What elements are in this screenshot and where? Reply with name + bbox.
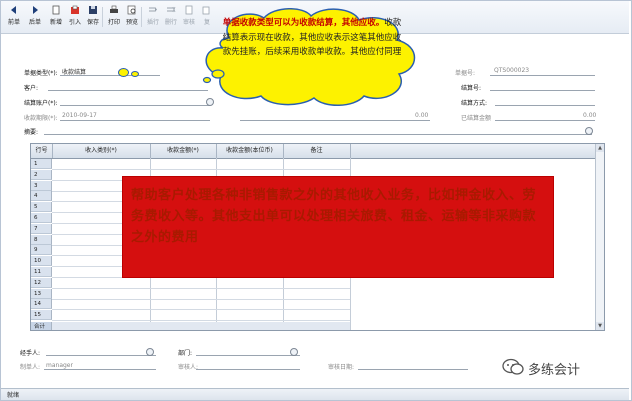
print-icon (109, 5, 119, 15)
handler-field[interactable] (46, 355, 156, 356)
new-button[interactable]: 新增 (46, 3, 66, 31)
insert-row-icon (148, 5, 158, 15)
settle-no-field[interactable] (490, 90, 595, 91)
customer-label: 客户: (24, 85, 39, 92)
new-doc-icon (51, 5, 61, 15)
customer-field[interactable] (48, 90, 208, 91)
preview-button[interactable]: 预览 (122, 3, 142, 31)
toolbar-separator (141, 7, 142, 27)
grid-row-number[interactable]: 1 (31, 159, 52, 169)
table-row[interactable] (52, 298, 350, 300)
next-arrow-icon (30, 5, 40, 15)
scroll-down-icon[interactable]: ▼ (596, 322, 604, 330)
settle-method-label: 结算方式: (461, 100, 488, 107)
audit-button[interactable]: 审核 (179, 3, 199, 31)
grid-row-number[interactable]: 4 (31, 191, 52, 202)
print-button[interactable]: 打印 (104, 3, 124, 31)
grid-vertical-scrollbar[interactable]: ▲ ▼ (595, 144, 604, 330)
callout-tail-bubble (118, 68, 129, 77)
scroll-up-icon[interactable]: ▲ (596, 144, 604, 152)
maker-value: manager (46, 362, 73, 369)
col-header-amount-base[interactable]: 收款金额(本位币) (216, 144, 284, 158)
watermark-text: 多练会计 (528, 363, 581, 378)
red-annotation-box: 帮助客户处理各种非销售款之外的其他收入业务，比如押金收入、劳务费收入等。其他支出… (123, 177, 553, 277)
doc-type-underline (60, 75, 160, 76)
red-annotation-text: 帮助客户处理各种非销售款之外的其他收入业务，比如押金收入、劳务费收入等。其他支出… (131, 188, 537, 245)
audit-date-label: 审核日期: (328, 364, 355, 371)
handler-label: 经手人: (20, 350, 41, 357)
audit-date-underline (358, 369, 468, 370)
grid-row-number[interactable]: 5 (31, 202, 52, 213)
dept-label: 部门: (178, 350, 193, 357)
maker-underline (44, 369, 156, 370)
status-bar: 就绪 (1, 388, 629, 400)
wechat-logo-icon (502, 358, 524, 375)
dept-lookup-icon[interactable] (290, 348, 298, 356)
grid-row-number[interactable]: 9 (31, 245, 52, 256)
auditor-underline (196, 369, 300, 370)
toolbar-separator (102, 7, 103, 27)
grid-row-number[interactable]: 3 (31, 180, 52, 191)
audit-icon (184, 5, 194, 15)
date-value[interactable]: 2010-09-17 (62, 112, 97, 119)
callout-text: 单据收款类型可以为收款结算，其他应收。收款结算表示现在收款，其他应收表示这笔其他… (219, 16, 405, 60)
col-header-amount[interactable]: 收款金额(*) (150, 144, 217, 158)
grid-row-number[interactable]: 2 (31, 169, 52, 180)
delete-row-icon (166, 5, 176, 15)
grid-row-number[interactable]: 11 (31, 267, 52, 277)
doc-type-label: 单据类型(*): (24, 70, 58, 77)
col-header-row-no[interactable]: 行号 (31, 144, 53, 158)
settled-label: 已结算金额 (461, 115, 492, 122)
grid-row-number[interactable]: 7 (31, 223, 52, 234)
handler-lookup-icon[interactable] (146, 348, 154, 356)
status-text: 就绪 (7, 392, 20, 399)
grid-header: 行号 收入类别(*) 收款金额(*) 收款金额(本位币) 备注 (31, 144, 596, 159)
table-row[interactable] (52, 277, 350, 278)
col-header-income-type[interactable]: 收入类别(*) (52, 144, 151, 158)
import-button[interactable]: 引入 (65, 3, 85, 31)
maker-label: 制单人: (20, 364, 41, 371)
settled-underline (495, 120, 595, 121)
date-label: 收款期限(*): (24, 115, 58, 122)
prev-button[interactable]: 前单 (4, 3, 24, 31)
grid-row-number[interactable]: 10 (31, 256, 52, 267)
save-button[interactable]: 保存 (83, 3, 103, 31)
order-no-label: 单据号: (455, 70, 476, 77)
prev-arrow-icon (9, 5, 19, 15)
order-no-underline (490, 75, 595, 76)
grid-row-number[interactable]: 13 (31, 288, 52, 299)
table-row[interactable] (52, 169, 350, 170)
grid-row-number[interactable]: 8 (31, 234, 52, 245)
settled-value: 0.00 (583, 112, 597, 119)
grid-row-number[interactable]: 6 (31, 213, 52, 223)
summary-label: 摘要: (24, 129, 39, 136)
grid-row-number[interactable]: 12 (31, 277, 52, 288)
summary-field[interactable] (44, 134, 592, 135)
summary-lookup-icon[interactable] (585, 127, 593, 135)
callout-bold-text: 单据收款类型可以为收款结算，其他应收。 (222, 18, 385, 28)
grid-row-number[interactable]: 14 (31, 299, 52, 310)
table-row[interactable] (52, 309, 350, 311)
account-label: 结算账户(*): (24, 100, 58, 107)
amount-mid-underline (240, 120, 430, 121)
grid-total-label: 合计 (31, 322, 52, 330)
callout-tail-bubble (131, 71, 139, 77)
insert-row-button[interactable]: 插行 (143, 3, 163, 31)
save-icon (88, 5, 98, 15)
settle-no-label: 结算号: (461, 85, 482, 92)
col-header-remark[interactable]: 备注 (283, 144, 351, 158)
import-icon (70, 5, 80, 15)
settle-method-field[interactable] (495, 105, 595, 106)
account-field[interactable] (60, 105, 210, 106)
date-underline (60, 120, 210, 121)
amount-mid-value: 0.00 (415, 112, 429, 119)
order-no-value: QTS000023 (494, 67, 530, 74)
grid-row-number[interactable]: 15 (31, 310, 52, 321)
preview-icon (127, 5, 137, 15)
next-button[interactable]: 后单 (25, 3, 45, 31)
grid-total-row (52, 322, 350, 330)
delete-row-button[interactable]: 删行 (161, 3, 181, 31)
dept-field[interactable] (196, 355, 300, 356)
table-row[interactable] (52, 287, 350, 289)
